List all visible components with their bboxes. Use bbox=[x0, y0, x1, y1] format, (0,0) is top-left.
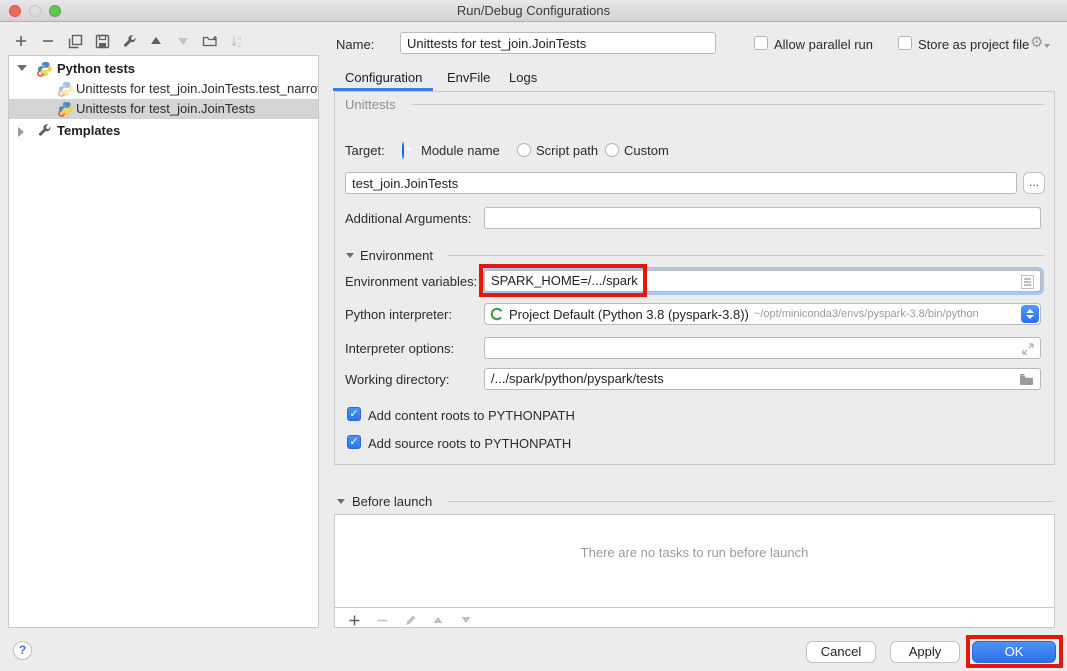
svg-text:a: a bbox=[238, 36, 242, 42]
store-as-project-file-label: Store as project file bbox=[918, 37, 1029, 52]
sort-alphabetically-icon: az bbox=[228, 32, 246, 50]
window-title: Run/Debug Configurations bbox=[0, 0, 1067, 21]
chevron-right-icon[interactable] bbox=[18, 127, 24, 137]
tree-item-label: Python tests bbox=[57, 59, 135, 79]
add-source-roots-checkbox[interactable]: ✓ bbox=[347, 435, 361, 449]
python-test-icon bbox=[58, 81, 74, 97]
environment-variables-value: SPARK_HOME=/.../spark bbox=[491, 273, 638, 288]
unittests-group-line bbox=[412, 104, 1044, 105]
add-source-roots-label: Add source roots to PYTHONPATH bbox=[368, 436, 571, 451]
working-directory-input[interactable]: /.../spark/python/pyspark/tests bbox=[484, 368, 1041, 390]
gear-dropdown-arrow-icon bbox=[1044, 44, 1050, 48]
tree-item-jointests-selected[interactable]: Unittests for test_join.JoinTests bbox=[9, 99, 318, 119]
python-test-icon bbox=[58, 101, 74, 117]
python-tests-icon bbox=[37, 61, 53, 77]
edit-templates-wrench-icon[interactable] bbox=[120, 32, 138, 50]
svg-text:z: z bbox=[238, 43, 241, 49]
before-launch-toolbar-divider bbox=[335, 607, 1054, 608]
expand-field-icon[interactable] bbox=[1022, 343, 1034, 358]
radio-module-name[interactable] bbox=[402, 142, 404, 159]
help-button[interactable]: ? bbox=[13, 641, 32, 660]
ok-button[interactable]: OK bbox=[972, 641, 1056, 663]
store-as-project-file-checkbox[interactable] bbox=[898, 36, 912, 50]
tree-item-templates[interactable]: Templates bbox=[9, 121, 318, 141]
new-folder-icon[interactable] bbox=[201, 32, 219, 50]
configurations-tree: Python tests Unittests for test_join.Joi… bbox=[8, 55, 319, 628]
python-interpreter-value: Project Default (Python 3.8 (pyspark-3.8… bbox=[509, 307, 749, 322]
move-down-icon bbox=[174, 32, 192, 50]
edit-pencil-icon bbox=[401, 611, 419, 629]
save-icon[interactable] bbox=[93, 32, 111, 50]
name-input[interactable] bbox=[400, 32, 716, 54]
before-launch-task-list: There are no tasks to run before launch bbox=[334, 514, 1055, 628]
python-interpreter-path: ~/opt/miniconda3/envs/pyspark-3.8/bin/py… bbox=[754, 308, 979, 320]
show-variables-icon[interactable] bbox=[1021, 275, 1034, 292]
apply-button[interactable]: Apply bbox=[890, 641, 960, 663]
zoom-window-button[interactable] bbox=[49, 5, 61, 17]
before-launch-toolbar bbox=[345, 611, 475, 629]
minimize-window-button bbox=[29, 5, 41, 17]
interpreter-options-input[interactable] bbox=[484, 337, 1041, 359]
environment-variables-label: Environment variables: bbox=[345, 274, 477, 289]
radio-script-path[interactable] bbox=[517, 143, 531, 157]
before-launch-section-line bbox=[448, 501, 1053, 502]
python-interpreter-label: Python interpreter: bbox=[345, 307, 452, 322]
environment-section-line bbox=[448, 255, 1044, 256]
tab-envfile[interactable]: EnvFile bbox=[447, 70, 490, 85]
remove-icon bbox=[373, 611, 391, 629]
move-up-icon[interactable] bbox=[147, 32, 165, 50]
browse-button[interactable]: ... bbox=[1023, 172, 1045, 194]
tree-item-python-tests[interactable]: Python tests bbox=[9, 59, 318, 79]
tab-configuration[interactable]: Configuration bbox=[345, 70, 422, 85]
chevron-down-icon[interactable] bbox=[17, 65, 27, 71]
add-content-roots-label: Add content roots to PYTHONPATH bbox=[368, 408, 575, 423]
tab-logs[interactable]: Logs bbox=[509, 70, 537, 85]
interpreter-options-label: Interpreter options: bbox=[345, 341, 454, 356]
environment-variables-input[interactable]: SPARK_HOME=/.../spark bbox=[484, 270, 1041, 292]
allow-parallel-run-checkbox[interactable] bbox=[754, 36, 768, 50]
working-directory-value: /.../spark/python/pyspark/tests bbox=[491, 371, 664, 386]
tree-item-label: Unittests for test_join.JoinTests.test_n… bbox=[76, 79, 318, 99]
environment-collapse-icon[interactable] bbox=[346, 253, 354, 258]
target-label: Target: bbox=[345, 143, 385, 158]
radio-custom[interactable] bbox=[605, 143, 619, 157]
radio-custom-label: Custom bbox=[624, 143, 669, 158]
additional-arguments-input[interactable] bbox=[484, 207, 1041, 229]
cancel-button[interactable]: Cancel bbox=[806, 641, 876, 663]
working-directory-label: Working directory: bbox=[345, 372, 450, 387]
folder-icon[interactable] bbox=[1019, 373, 1034, 389]
add-content-roots-checkbox[interactable]: ✓ bbox=[347, 407, 361, 421]
before-launch-collapse-icon[interactable] bbox=[337, 499, 345, 504]
add-icon[interactable] bbox=[345, 611, 363, 629]
dropdown-spinner-icon[interactable] bbox=[1021, 305, 1039, 323]
name-label: Name: bbox=[336, 37, 374, 52]
environment-section-label: Environment bbox=[360, 248, 433, 263]
move-up-icon bbox=[429, 611, 447, 629]
allow-parallel-run-label: Allow parallel run bbox=[774, 37, 873, 52]
tree-item-label: Templates bbox=[57, 121, 120, 141]
additional-arguments-label: Additional Arguments: bbox=[345, 211, 471, 226]
conda-icon bbox=[490, 307, 504, 321]
close-window-button[interactable] bbox=[9, 5, 21, 17]
move-down-icon bbox=[457, 611, 475, 629]
before-launch-section-label: Before launch bbox=[352, 494, 432, 509]
copy-icon[interactable] bbox=[66, 32, 84, 50]
before-launch-empty-message: There are no tasks to run before launch bbox=[335, 545, 1054, 560]
templates-wrench-icon bbox=[37, 123, 53, 139]
tree-item-test-narrow[interactable]: Unittests for test_join.JoinTests.test_n… bbox=[9, 79, 318, 99]
configurations-toolbar: az bbox=[12, 32, 246, 50]
radio-module-name-label: Module name bbox=[421, 143, 500, 158]
unittests-group-label: Unittests bbox=[345, 97, 396, 112]
module-name-input[interactable] bbox=[345, 172, 1017, 194]
add-icon[interactable] bbox=[12, 32, 30, 50]
radio-script-path-label: Script path bbox=[536, 143, 598, 158]
python-interpreter-select[interactable]: Project Default (Python 3.8 (pyspark-3.8… bbox=[484, 303, 1041, 325]
gear-icon[interactable]: ⚙ bbox=[1030, 33, 1043, 51]
title-bar: Run/Debug Configurations bbox=[0, 0, 1067, 22]
remove-icon[interactable] bbox=[39, 32, 57, 50]
tree-item-label: Unittests for test_join.JoinTests bbox=[76, 99, 255, 119]
